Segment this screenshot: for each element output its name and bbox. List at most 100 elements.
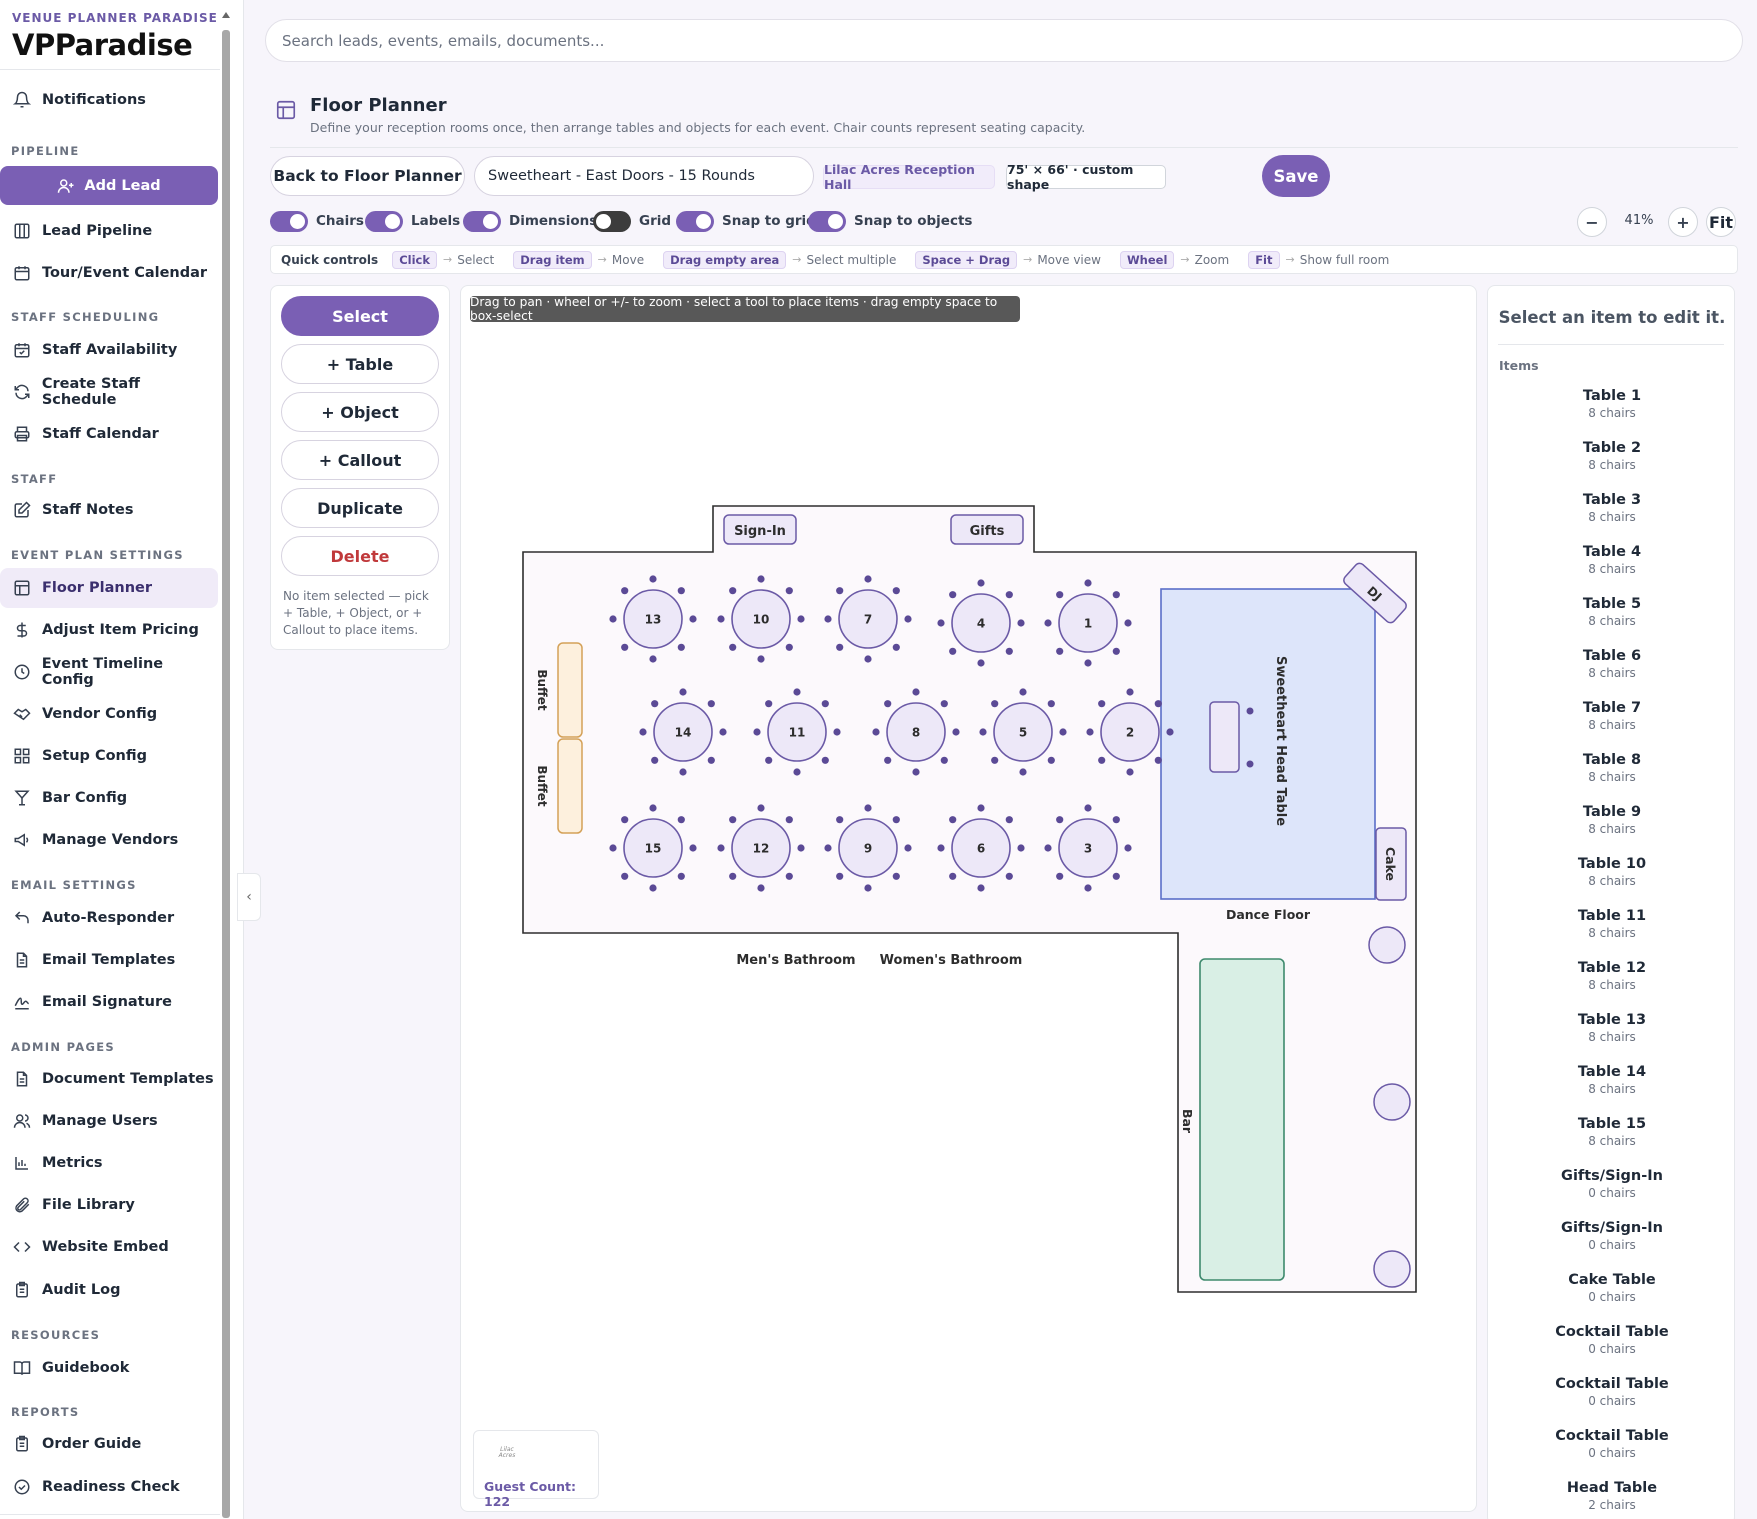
snap-to-grid-toggle[interactable]: Snap to grid xyxy=(676,210,816,232)
delete-button[interactable]: Delete xyxy=(281,536,439,576)
list-item[interactable]: Gifts/Sign-In 0 chairs xyxy=(1488,1220,1734,1252)
toggle-switch[interactable] xyxy=(676,210,714,232)
mens-bathroom-label: Men's Bathroom xyxy=(736,953,855,968)
sidebar-item-document-templates[interactable]: Document Templates xyxy=(0,1059,218,1099)
select-tool-button[interactable]: Select xyxy=(281,296,439,336)
zoom-fit-button[interactable]: Fit xyxy=(1706,207,1736,237)
cocktail-table[interactable] xyxy=(1368,926,1406,964)
zoom-out-button[interactable]: − xyxy=(1577,207,1607,237)
sidebar-item-adjust-item-pricing[interactable]: Adjust Item Pricing xyxy=(0,610,218,650)
add-lead-button[interactable]: Add Lead xyxy=(0,166,218,205)
save-button[interactable]: Save xyxy=(1262,155,1330,197)
chair xyxy=(977,804,985,812)
sidebar-item-floor-planner[interactable]: Floor Planner xyxy=(0,568,218,608)
floor-plan-svg[interactable]: Sign-In Gifts Buffet Buffet Dance Floor … xyxy=(461,286,1477,1512)
list-item[interactable]: Cake Table 0 chairs xyxy=(1488,1272,1734,1304)
toggle-switch[interactable] xyxy=(365,210,403,232)
sidebar-item-bar-config[interactable]: Bar Config xyxy=(0,778,218,818)
sidebar-item-staff-notes[interactable]: Staff Notes xyxy=(0,490,218,530)
sidebar-item-notifications[interactable]: Notifications xyxy=(0,80,218,120)
list-item[interactable]: Table 11 8 chairs xyxy=(1488,908,1734,940)
list-item[interactable]: Table 6 8 chairs xyxy=(1488,648,1734,680)
sidebar-item-website-embed[interactable]: Website Embed xyxy=(0,1227,218,1267)
chair xyxy=(864,804,872,812)
sidebar-item-setup-config[interactable]: Setup Config xyxy=(0,736,218,776)
sidebar-item-staff-availability[interactable]: Staff Availability xyxy=(0,330,218,370)
head-table[interactable] xyxy=(1209,701,1240,773)
chairs-toggle[interactable]: Chairs xyxy=(270,210,364,232)
list-item[interactable]: Cocktail Table 0 chairs xyxy=(1488,1428,1734,1460)
sidebar-item-email-signature[interactable]: Email Signature xyxy=(0,982,218,1022)
sidebar-item-create-staff-schedule[interactable]: Create Staff Schedule xyxy=(0,372,218,412)
dance-floor[interactable] xyxy=(1160,588,1376,900)
sidebar-item-manage-vendors[interactable]: Manage Vendors xyxy=(0,820,218,860)
add-table-button[interactable]: + Table xyxy=(281,344,439,384)
add-callout-button[interactable]: + Callout xyxy=(281,440,439,480)
list-item[interactable]: Table 9 8 chairs xyxy=(1488,804,1734,836)
list-item[interactable]: Cocktail Table 0 chairs xyxy=(1488,1324,1734,1356)
shortcut-action: Select multiple xyxy=(806,252,897,267)
sidebar-item-lead-pipeline[interactable]: Lead Pipeline xyxy=(0,211,218,251)
sidebar-collapse-button[interactable]: ‹ xyxy=(237,873,261,921)
cocktail-table[interactable] xyxy=(1373,1250,1411,1288)
list-item[interactable]: Table 12 8 chairs xyxy=(1488,960,1734,992)
brand-logo[interactable]: VPParadise xyxy=(12,28,193,62)
zoom-in-button[interactable]: + xyxy=(1668,207,1698,237)
duplicate-button[interactable]: Duplicate xyxy=(281,488,439,528)
buffet-table[interactable] xyxy=(557,738,583,834)
item-name: Table 11 xyxy=(1577,908,1647,924)
back-to-floor-planner-button[interactable]: Back to Floor Planner xyxy=(270,156,465,196)
list-item[interactable]: Table 3 8 chairs xyxy=(1488,492,1734,524)
list-item[interactable]: Table 10 8 chairs xyxy=(1488,856,1734,888)
table-number: 2 xyxy=(1126,726,1134,740)
list-item[interactable]: Table 2 8 chairs xyxy=(1488,440,1734,472)
list-item[interactable]: Table 5 8 chairs xyxy=(1488,596,1734,628)
list-item[interactable]: Head Table 2 chairs xyxy=(1488,1480,1734,1512)
sidebar-item-guidebook[interactable]: Guidebook xyxy=(0,1348,218,1388)
list-item[interactable]: Table 14 8 chairs xyxy=(1488,1064,1734,1096)
sidebar-item-event-timeline-config[interactable]: Event Timeline Config xyxy=(0,652,218,692)
list-item[interactable]: Gifts/Sign-In 0 chairs xyxy=(1488,1168,1734,1200)
list-item[interactable]: Table 8 8 chairs xyxy=(1488,752,1734,784)
chair xyxy=(717,615,725,623)
scroll-up-arrow[interactable] xyxy=(222,12,230,18)
labels-toggle[interactable]: Labels xyxy=(365,210,460,232)
list-item[interactable]: Cocktail Table 0 chairs xyxy=(1488,1376,1734,1408)
toggle-switch[interactable] xyxy=(463,210,501,232)
sidebar-item-metrics[interactable]: Metrics xyxy=(0,1143,218,1183)
sidebar-item-vendor-config[interactable]: Vendor Config xyxy=(0,694,218,734)
grid-toggle[interactable]: Grid xyxy=(593,210,671,232)
item-name: Table 12 xyxy=(1577,960,1647,976)
sidebar-item-readiness-check[interactable]: Readiness Check xyxy=(0,1467,218,1507)
add-object-button[interactable]: + Object xyxy=(281,392,439,432)
sidebar-item-auto-responder[interactable]: Auto-Responder xyxy=(0,898,218,938)
floor-plan-canvas[interactable]: Sign-In Gifts Buffet Buffet Dance Floor … xyxy=(460,285,1477,1512)
list-item[interactable]: Table 13 8 chairs xyxy=(1488,1012,1734,1044)
sidebar-item-tour-calendar[interactable]: Tour/Event Calendar xyxy=(0,253,218,293)
toggle-switch[interactable] xyxy=(808,210,846,232)
sidebar-scrollbar[interactable] xyxy=(222,8,230,1518)
toggle-label: Labels xyxy=(411,213,461,229)
toggle-switch[interactable] xyxy=(593,210,631,232)
search-input[interactable]: Search leads, events, emails, documents.… xyxy=(265,19,1743,62)
toggle-switch[interactable] xyxy=(270,210,308,232)
sidebar-item-staff-calendar[interactable]: Staff Calendar xyxy=(0,414,218,454)
list-item[interactable]: Table 4 8 chairs xyxy=(1488,544,1734,576)
layout-icon xyxy=(12,578,32,598)
scrollbar-thumb[interactable] xyxy=(222,30,230,1518)
sidebar-item-email-templates[interactable]: Email Templates xyxy=(0,940,218,980)
dimensions-toggle[interactable]: Dimensions xyxy=(463,210,597,232)
sidebar-item-order-guide[interactable]: Order Guide xyxy=(0,1424,218,1464)
cocktail-table[interactable] xyxy=(1373,1083,1411,1121)
sidebar-item-manage-users[interactable]: Manage Users xyxy=(0,1101,218,1141)
sidebar-item-audit-log[interactable]: Audit Log xyxy=(0,1270,218,1310)
sidebar-item-file-library[interactable]: File Library xyxy=(0,1185,218,1225)
list-item[interactable]: Table 15 8 chairs xyxy=(1488,1116,1734,1148)
list-item[interactable]: Table 1 8 chairs xyxy=(1488,388,1734,420)
bar-counter[interactable] xyxy=(1199,958,1285,1281)
list-item[interactable]: Table 7 8 chairs xyxy=(1488,700,1734,732)
layout-name-input[interactable]: Sweetheart - East Doors - 15 Rounds xyxy=(474,156,814,196)
buffet-table[interactable] xyxy=(557,642,583,738)
item-chairs: 8 chairs xyxy=(1588,562,1636,576)
snap-to-objects-toggle[interactable]: Snap to objects xyxy=(808,210,972,232)
